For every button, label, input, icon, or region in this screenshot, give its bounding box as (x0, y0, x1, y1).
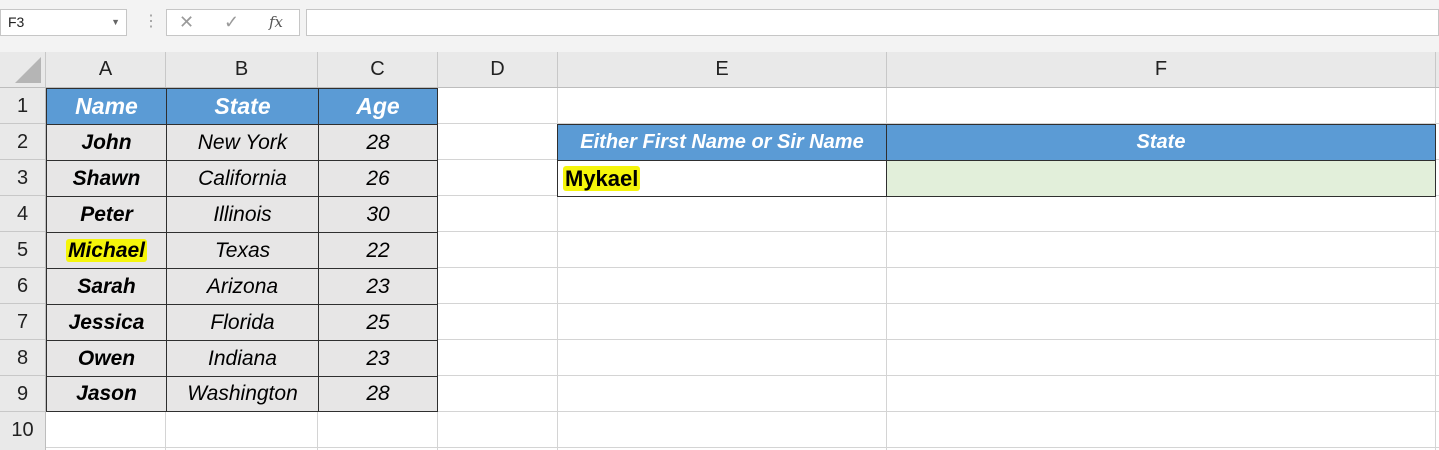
cell-c7[interactable]: 25 (318, 304, 438, 341)
cell-a6[interactable]: Sarah (46, 268, 167, 305)
select-all-button[interactable] (0, 52, 46, 87)
cell-b5[interactable]: Texas (166, 232, 319, 269)
lookup-input-value: Mykael (563, 166, 641, 191)
cell-c8[interactable]: 23 (318, 340, 438, 377)
cell-b1[interactable]: State (166, 88, 319, 125)
row-header-7[interactable]: 7 (0, 304, 45, 340)
name-box-value: F3 (8, 14, 25, 30)
cell-c2[interactable]: 28 (318, 124, 438, 161)
cell-b9[interactable]: Washington (166, 376, 319, 412)
column-header-b[interactable]: B (166, 52, 318, 87)
column-header-d[interactable]: D (438, 52, 558, 87)
cell-c9[interactable]: 28 (318, 376, 438, 412)
cell-f2[interactable]: State (886, 124, 1436, 161)
row-header-5[interactable]: 5 (0, 232, 45, 268)
row-header-4[interactable]: 4 (0, 196, 45, 232)
row-header-1[interactable]: 1 (0, 88, 45, 124)
cell-a8[interactable]: Owen (46, 340, 167, 377)
row-header-bar: 1 2 3 4 5 6 7 8 9 10 (0, 88, 46, 450)
row-header-8[interactable]: 8 (0, 340, 45, 376)
cell-c5[interactable]: 22 (318, 232, 438, 269)
column-header-a[interactable]: A (46, 52, 166, 87)
cell-a5[interactable]: Michael (46, 232, 167, 269)
row-header-3[interactable]: 3 (0, 160, 45, 196)
cell-a1[interactable]: Name (46, 88, 167, 125)
cell-a3[interactable]: Shawn (46, 160, 167, 197)
cell-c1[interactable]: Age (318, 88, 438, 125)
highlighted-name: Michael (65, 239, 148, 262)
name-box[interactable]: F3 ▼ (0, 9, 127, 36)
cell-a9[interactable]: Jason (46, 376, 167, 412)
cell-f3[interactable] (886, 160, 1436, 197)
cell-c3[interactable]: 26 (318, 160, 438, 197)
cell-b6[interactable]: Arizona (166, 268, 319, 305)
chevron-down-icon[interactable]: ▼ (111, 10, 120, 35)
column-header-e[interactable]: E (558, 52, 887, 87)
drag-handle-icon[interactable]: ⋮ (143, 12, 159, 32)
enter-icon[interactable]: ✓ (224, 10, 239, 35)
cell-a7[interactable]: Jessica (46, 304, 167, 341)
column-header-f[interactable]: F (887, 52, 1436, 87)
row-header-2[interactable]: 2 (0, 124, 45, 160)
column-header-bar: A B C D E F (0, 52, 1439, 88)
cancel-icon[interactable]: ✕ (179, 10, 194, 35)
cell-b8[interactable]: Indiana (166, 340, 319, 377)
insert-function-icon[interactable]: fx (269, 10, 283, 35)
row-header-6[interactable]: 6 (0, 268, 45, 304)
spreadsheet-grid: A B C D E F 1 2 3 4 5 6 7 8 9 10 Name St… (0, 52, 1439, 450)
select-all-icon (15, 57, 41, 83)
cell-c4[interactable]: 30 (318, 196, 438, 233)
cell-a2[interactable]: John (46, 124, 167, 161)
row-header-10[interactable]: 10 (0, 412, 45, 448)
cell-e2[interactable]: Either First Name or Sir Name (557, 124, 887, 161)
formula-bar-area: F3 ▼ ⋮ ✕ ✓ fx (0, 0, 1439, 52)
cell-b7[interactable]: Florida (166, 304, 319, 341)
cell-b2[interactable]: New York (166, 124, 319, 161)
cell-a4[interactable]: Peter (46, 196, 167, 233)
row-header-9[interactable]: 9 (0, 376, 45, 412)
cell-c6[interactable]: 23 (318, 268, 438, 305)
cell-b3[interactable]: California (166, 160, 319, 197)
cell-b4[interactable]: Illinois (166, 196, 319, 233)
formula-input[interactable] (306, 9, 1439, 36)
column-header-c[interactable]: C (318, 52, 438, 87)
formula-buttons: ✕ ✓ fx (166, 9, 300, 36)
cell-e3[interactable]: Mykael (557, 160, 887, 197)
